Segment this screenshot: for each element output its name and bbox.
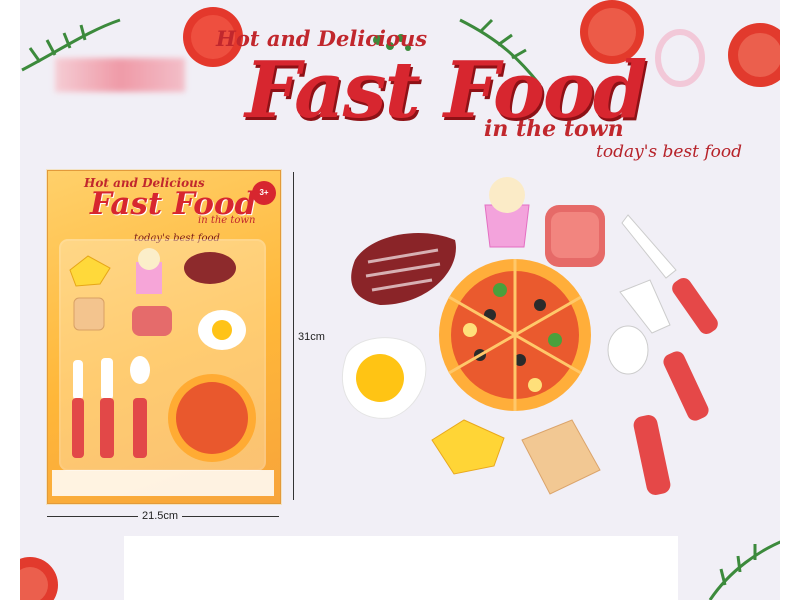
spoon-icon bbox=[607, 325, 671, 495]
fried-egg-icon bbox=[341, 337, 427, 419]
blank-caption-box bbox=[124, 536, 678, 600]
ham-slice-icon bbox=[545, 205, 605, 267]
popcorn-box-icon bbox=[484, 177, 530, 248]
loose-items-svg bbox=[341, 177, 718, 495]
pizza-icon bbox=[439, 259, 591, 411]
chips-icon bbox=[431, 419, 505, 475]
knife-icon bbox=[621, 214, 718, 334]
product-photo: Hot and Delicious Fast Food in the town … bbox=[0, 0, 800, 600]
steak-icon bbox=[351, 232, 456, 305]
bread-slice-icon bbox=[521, 419, 601, 495]
